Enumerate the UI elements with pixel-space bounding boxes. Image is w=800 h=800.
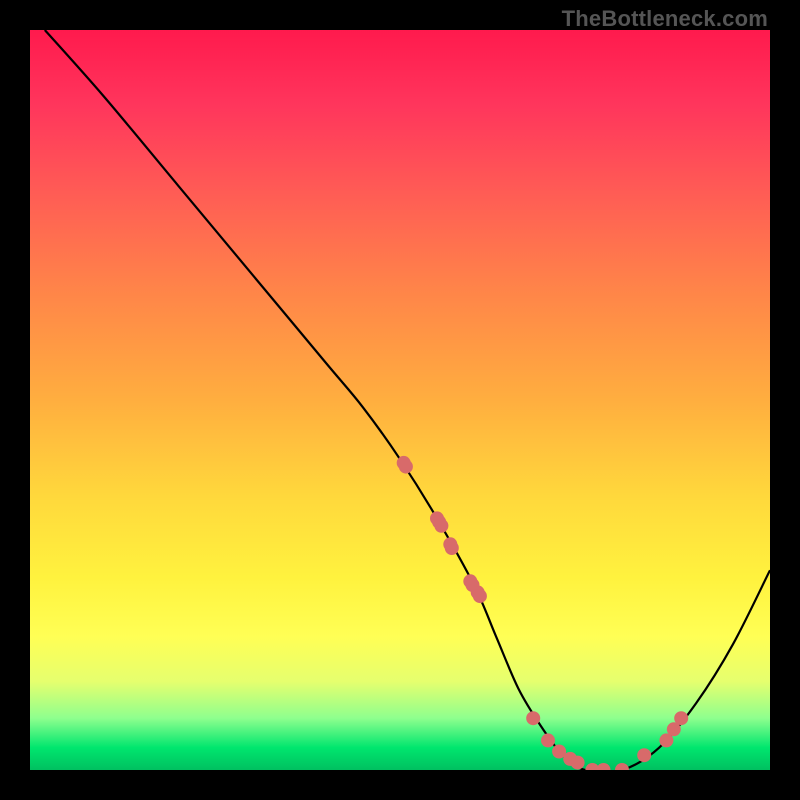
bottleneck-curve xyxy=(45,30,770,770)
scatter-point xyxy=(637,748,651,762)
scatter-point xyxy=(597,763,611,770)
watermark-text: TheBottleneck.com xyxy=(562,6,768,32)
scatter-point xyxy=(445,541,459,555)
scatter-point xyxy=(541,733,555,747)
scatter-point xyxy=(571,756,585,770)
scatter-point xyxy=(615,763,629,770)
scatter-point xyxy=(674,711,688,725)
scatter-point xyxy=(399,460,413,474)
chart-area xyxy=(30,30,770,770)
scatter-point xyxy=(526,711,540,725)
scatter-points xyxy=(397,456,689,770)
chart-svg xyxy=(30,30,770,770)
scatter-point xyxy=(434,519,448,533)
scatter-point xyxy=(473,589,487,603)
